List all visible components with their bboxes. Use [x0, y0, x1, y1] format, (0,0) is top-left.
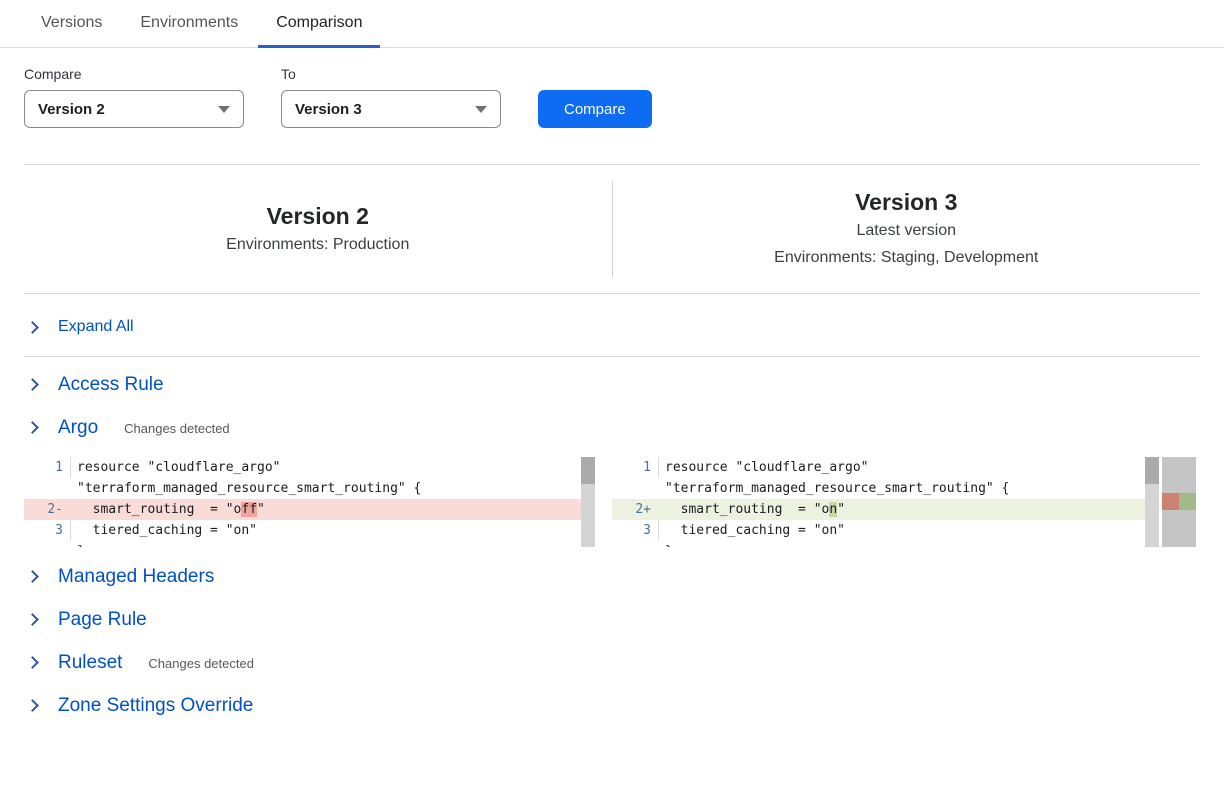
diff-change-marker — [1162, 493, 1196, 510]
line-number: 2+ — [612, 499, 658, 520]
version-left-header: Version 2 Environments: Production — [24, 179, 612, 279]
chevron-right-icon — [26, 321, 39, 334]
compare-button[interactable]: Compare — [538, 90, 652, 128]
line-number — [612, 541, 658, 547]
version-right-environments: Environments: Staging, Development — [774, 244, 1038, 271]
line-code: "terraform_managed_resource_smart_routin… — [658, 478, 1009, 499]
section-label: Managed Headers — [58, 566, 214, 588]
code-text: " — [257, 502, 265, 517]
chevron-down-icon — [475, 106, 487, 113]
diff-line: 3 tiered_caching = "on" — [612, 520, 1159, 541]
section-ruleset[interactable]: Ruleset Changes detected — [28, 641, 1224, 684]
section-argo[interactable]: Argo Changes detected — [28, 406, 1224, 449]
code-text: " — [837, 502, 845, 517]
chevron-right-icon — [26, 570, 39, 583]
version-headers: Version 2 Environments: Production Versi… — [24, 179, 1200, 279]
divider — [24, 293, 1200, 294]
scrollbar-thumb[interactable] — [581, 457, 595, 484]
line-number: 3 — [612, 520, 658, 541]
section-page-rule[interactable]: Page Rule — [28, 598, 1224, 641]
line-code: smart_routing = "on" — [658, 499, 845, 520]
argo-diff: 1resource "cloudflare_argo" "terraform_m… — [24, 457, 1224, 547]
tab-comparison[interactable]: Comparison — [258, 14, 380, 48]
tab-environments[interactable]: Environments — [122, 14, 256, 48]
tab-versions[interactable]: Versions — [23, 14, 120, 48]
line-number: 1 — [24, 457, 70, 478]
diff-line-removed: 2- smart_routing = "off" — [24, 499, 595, 520]
compare-to-label: To — [281, 66, 501, 82]
scrollbar-thumb[interactable] — [1145, 457, 1159, 484]
scrollbar[interactable] — [581, 457, 595, 547]
line-number — [612, 478, 658, 499]
compare-from-label: Compare — [24, 66, 244, 82]
line-code: } — [70, 541, 85, 547]
diff-line: 3 tiered_caching = "on" — [24, 520, 595, 541]
diff-line-wrap: "terraform_managed_resource_smart_routin… — [612, 478, 1159, 499]
diff-line: 1resource "cloudflare_argo" — [612, 457, 1159, 478]
version-right-title: Version 3 — [855, 187, 957, 217]
compare-from-select[interactable]: Version 2 — [24, 90, 244, 128]
section-label: Ruleset — [58, 652, 122, 674]
line-number: 3 — [24, 520, 70, 541]
line-code: "terraform_managed_resource_smart_routin… — [70, 478, 421, 499]
diff-overview-ruler[interactable] — [1162, 457, 1196, 547]
chevron-right-icon — [26, 656, 39, 669]
diff-pane-left: 1resource "cloudflare_argo" "terraform_m… — [24, 457, 595, 547]
line-code: tiered_caching = "on" — [70, 520, 257, 541]
compare-to-value: Version 3 — [295, 101, 362, 118]
section-label: Page Rule — [58, 609, 147, 631]
expand-all[interactable]: Expand All — [28, 318, 1224, 336]
changes-detected-badge: Changes detected — [148, 654, 254, 671]
expand-all-label: Expand All — [58, 318, 134, 336]
diff-line: } — [24, 541, 595, 547]
line-code: resource "cloudflare_argo" — [658, 457, 869, 478]
diff-line: 1resource "cloudflare_argo" — [24, 457, 595, 478]
section-list: Access Rule Argo Changes detected 1resou… — [0, 363, 1224, 727]
compare-to-select[interactable]: Version 3 — [281, 90, 501, 128]
tab-bar: Versions Environments Comparison — [0, 0, 1224, 48]
scrollbar[interactable] — [1145, 457, 1159, 547]
version-right-subtitle: Latest version — [856, 217, 956, 244]
compare-from-value: Version 2 — [38, 101, 105, 118]
section-managed-headers[interactable]: Managed Headers — [28, 555, 1224, 598]
line-number — [24, 541, 70, 547]
chevron-right-icon — [26, 613, 39, 626]
compare-form: Compare Version 2 To Version 3 Compare — [24, 66, 1224, 128]
code-text: smart_routing = "o — [665, 502, 829, 517]
line-code: tiered_caching = "on" — [658, 520, 845, 541]
line-code: } — [658, 541, 673, 547]
diff-line-added: 2+ smart_routing = "on" — [612, 499, 1159, 520]
removed-marker — [1162, 493, 1179, 510]
diff-pane-right: 1resource "cloudflare_argo" "terraform_m… — [612, 457, 1159, 547]
compare-to-group: To Version 3 — [281, 66, 501, 128]
code-text: smart_routing = "o — [77, 502, 241, 517]
section-label: Access Rule — [58, 374, 164, 396]
added-marker — [1179, 493, 1196, 510]
line-number — [24, 478, 70, 499]
divider — [24, 164, 1200, 165]
section-access-rule[interactable]: Access Rule — [28, 363, 1224, 406]
diff-line: } — [612, 541, 1159, 547]
version-right-header: Version 3 Latest version Environments: S… — [613, 179, 1201, 279]
version-left-environments: Environments: Production — [226, 231, 409, 258]
version-left-title: Version 2 — [267, 201, 369, 231]
chevron-down-icon — [218, 106, 230, 113]
changes-detected-badge: Changes detected — [124, 419, 230, 436]
diff-line-wrap: "terraform_managed_resource_smart_routin… — [24, 478, 595, 499]
line-code: resource "cloudflare_argo" — [70, 457, 281, 478]
line-code: smart_routing = "off" — [70, 499, 265, 520]
line-number: 1 — [612, 457, 658, 478]
section-label: Argo — [58, 417, 98, 439]
removed-word-highlight: ff — [241, 502, 257, 517]
chevron-right-icon — [26, 699, 39, 712]
section-zone-settings-override[interactable]: Zone Settings Override — [28, 684, 1224, 727]
compare-from-group: Compare Version 2 — [24, 66, 244, 128]
chevron-right-icon — [26, 421, 39, 434]
divider — [24, 356, 1200, 357]
chevron-right-icon — [26, 378, 39, 391]
section-label: Zone Settings Override — [58, 695, 253, 717]
line-number: 2- — [24, 499, 70, 520]
